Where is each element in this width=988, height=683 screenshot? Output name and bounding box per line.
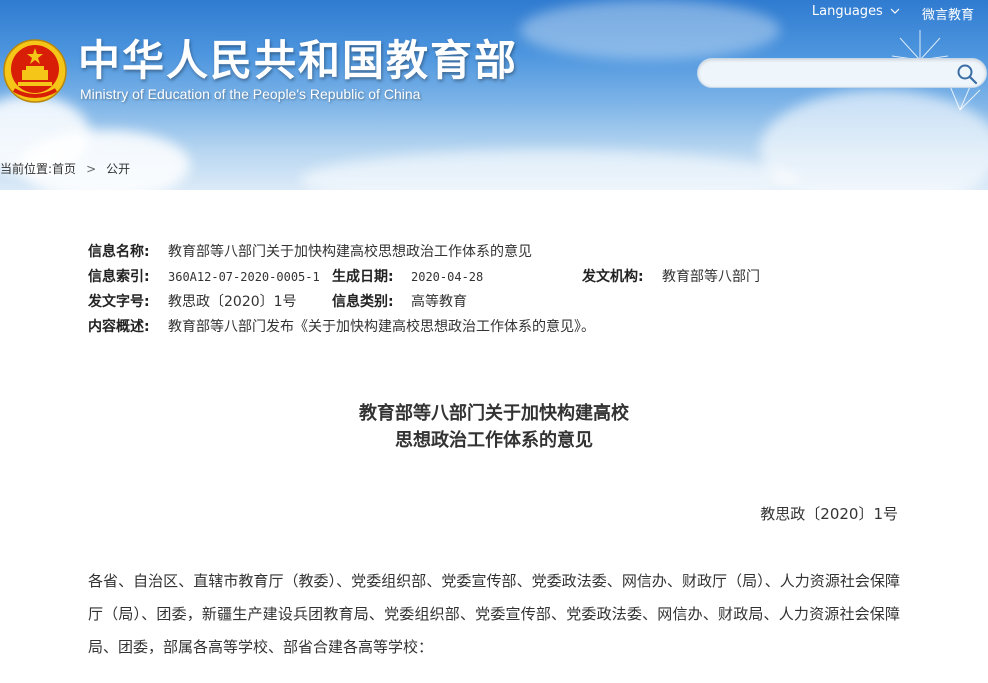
meta-category-value: 高等教育 — [411, 294, 467, 310]
meta-index-value: 360A12-07-2020-0005-1 — [168, 270, 320, 284]
meta-docno-label: 发文字号: — [88, 294, 150, 310]
meta-summary-label: 内容概述: — [88, 319, 150, 335]
meta-docno-value: 教思政〔2020〕1号 — [168, 294, 297, 310]
meta-date-label: 生成日期: — [332, 269, 394, 285]
site-subtitle: Ministry of Education of the People's Re… — [80, 86, 421, 102]
meta-summary-value: 教育部等八部门发布《关于加快构建高校思想政治工作体系的意见》。 — [168, 319, 595, 335]
site-header: 中华人民共和国教育部 Ministry of Education of the … — [0, 0, 988, 190]
breadcrumb-home[interactable]: 首页 — [52, 162, 76, 176]
document-body: 各省、自治区、直辖市教育厅（教委）、党委组织部、党委宣传部、党委政法委、网信办、… — [88, 572, 900, 656]
meta-category-label: 信息类别: — [332, 294, 394, 310]
meta-index-label: 信息索引: — [88, 269, 150, 285]
weibo-link[interactable]: 微言教育 — [922, 4, 974, 23]
breadcrumb: 当前位置:首页 > 公开 — [0, 160, 130, 177]
chevron-right-icon: > — [86, 162, 97, 176]
meta-issuer-value: 教育部等八部门 — [662, 269, 760, 285]
meta-date-value: 2020-04-28 — [411, 270, 484, 284]
meta-issuer-label: 发文机构: — [582, 269, 644, 285]
search-box — [697, 58, 987, 88]
search-icon[interactable] — [956, 63, 978, 85]
dandelion-decoration — [891, 30, 981, 111]
meta-name-value: 教育部等八部门关于加快构建高校思想政治工作体系的意见 — [168, 244, 532, 260]
languages-menu[interactable]: Languages — [812, 4, 900, 23]
breadcrumb-current[interactable]: 公开 — [106, 162, 130, 176]
document-title-line1: 教育部等八部门关于加快构建高校 — [359, 403, 629, 424]
search-input[interactable] — [698, 59, 948, 87]
meta-name-label: 信息名称: — [88, 244, 150, 260]
document-title-line2: 思想政治工作体系的意见 — [395, 430, 593, 451]
breadcrumb-prefix: 当前位置: — [0, 162, 53, 176]
national-emblem-icon[interactable] — [2, 38, 68, 104]
document-number: 教思政〔2020〕1号 — [760, 505, 898, 523]
site-title[interactable]: 中华人民共和国教育部 — [78, 36, 518, 86]
document-title: 教育部等八部门关于加快构建高校 思想政治工作体系的意见 — [0, 400, 988, 454]
top-links: Languages 微言教育 — [812, 4, 974, 23]
chevron-down-icon — [890, 8, 900, 14]
languages-label: Languages — [811, 4, 883, 19]
